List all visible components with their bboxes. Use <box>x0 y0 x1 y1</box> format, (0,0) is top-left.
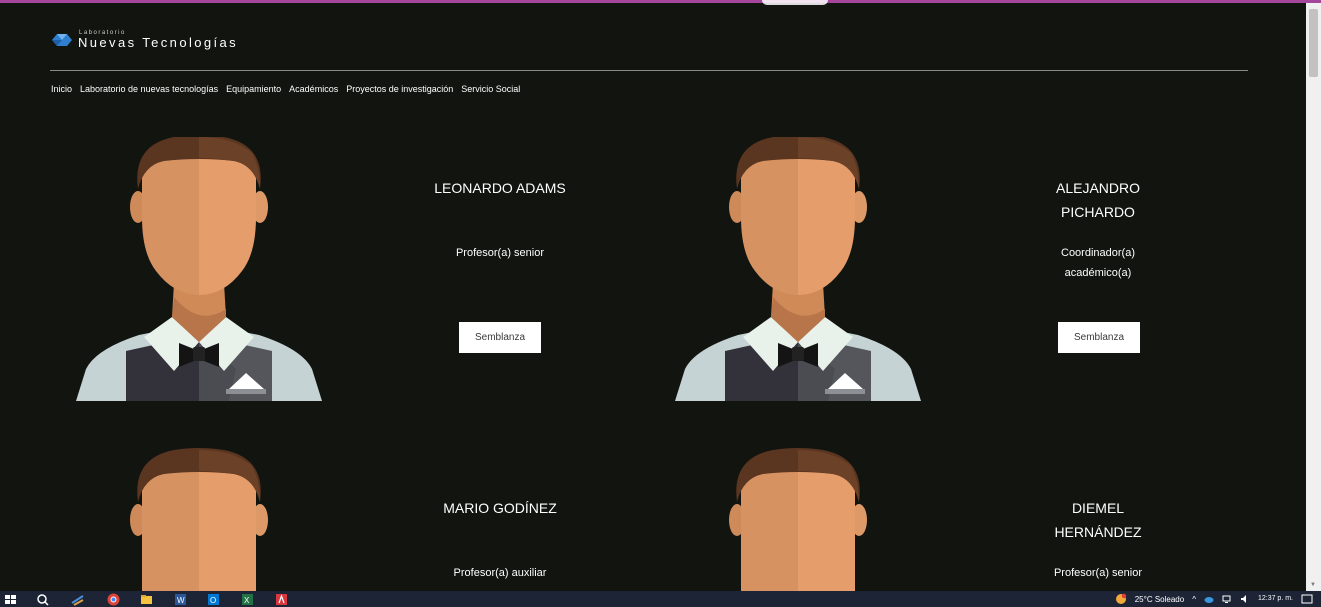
person-avatar-image <box>74 137 324 401</box>
person-avatar-image <box>673 442 923 592</box>
logo-text: Laboratorio Nuevas Tecnologías <box>78 30 238 50</box>
excel-icon[interactable]: X <box>241 593 254 606</box>
semblanza-button[interactable]: Semblanza <box>459 322 541 353</box>
windows-start-icon[interactable] <box>4 593 17 606</box>
page-scrollbar[interactable]: ▼ <box>1306 3 1321 591</box>
nav-item-equipamiento[interactable]: Equipamiento <box>226 84 281 94</box>
header-divider <box>50 70 1248 71</box>
nav-item-proyectos[interactable]: Proyectos de investigación <box>346 84 453 94</box>
svg-text:X: X <box>244 596 250 605</box>
site-logo[interactable]: Laboratorio Nuevas Tecnologías <box>52 30 238 50</box>
volume-icon[interactable] <box>1240 594 1250 604</box>
chrome-icon[interactable] <box>107 593 120 606</box>
network-icon[interactable] <box>1222 594 1232 604</box>
browser-tab-handle[interactable] <box>762 0 828 5</box>
file-explorer-icon[interactable] <box>140 593 153 606</box>
acrobat-icon[interactable] <box>275 593 288 606</box>
person-role: Profesor(a) senior <box>1053 567 1143 579</box>
person-name: DIEMEL HERNÁNDEZ <box>1054 500 1142 540</box>
person-role: Coordinador(a) académico(a) <box>1061 247 1135 279</box>
logo-big-text: Nuevas Tecnologías <box>78 35 239 50</box>
logo-hexagon-icon <box>52 34 72 46</box>
search-icon[interactable] <box>36 593 49 606</box>
nav-item-inicio[interactable]: Inicio <box>51 84 72 94</box>
person-name: MARIO GODÍNEZ <box>443 500 557 516</box>
main-nav: Inicio Laboratorio de nuevas tecnologías… <box>51 84 520 94</box>
chevron-up-icon[interactable]: ^ <box>1192 595 1196 604</box>
semblanza-button[interactable]: Semblanza <box>1058 322 1140 353</box>
nav-item-laboratorio[interactable]: Laboratorio de nuevas tecnologías <box>80 84 218 94</box>
clock[interactable]: 12:37 p. m. <box>1258 595 1293 603</box>
notifications-icon[interactable] <box>1301 593 1313 605</box>
svg-text:W: W <box>177 596 185 605</box>
weather-sun-icon[interactable] <box>1115 593 1127 605</box>
os-taskbar: W O X 25°C Soleado ^ 12:37 p. m. <box>0 591 1321 607</box>
nav-item-servicio-social[interactable]: Servicio Social <box>461 84 520 94</box>
browser-top-accent <box>0 0 1321 3</box>
nav-item-academicos[interactable]: Académicos <box>289 84 338 94</box>
task-view-icon[interactable] <box>71 593 84 606</box>
svg-text:O: O <box>210 596 216 605</box>
person-role: Profesor(a) auxiliar <box>453 567 547 579</box>
person-avatar-image <box>673 137 923 401</box>
outlook-icon[interactable]: O <box>207 593 220 606</box>
system-tray: 25°C Soleado ^ 12:37 p. m. <box>1115 591 1313 607</box>
word-icon[interactable]: W <box>174 593 187 606</box>
person-role: Profesor(a) senior <box>455 247 545 259</box>
onedrive-icon[interactable] <box>1204 594 1214 604</box>
person-name: LEONARDO ADAMS <box>434 180 566 196</box>
scrollbar-thumb[interactable] <box>1309 9 1318 77</box>
weather-text[interactable]: 25°C Soleado <box>1135 595 1184 604</box>
person-avatar-image <box>74 442 324 592</box>
scroll-down-arrow-icon[interactable]: ▼ <box>1310 582 1316 588</box>
person-name: ALEJANDRO PICHARDO <box>1055 180 1141 220</box>
